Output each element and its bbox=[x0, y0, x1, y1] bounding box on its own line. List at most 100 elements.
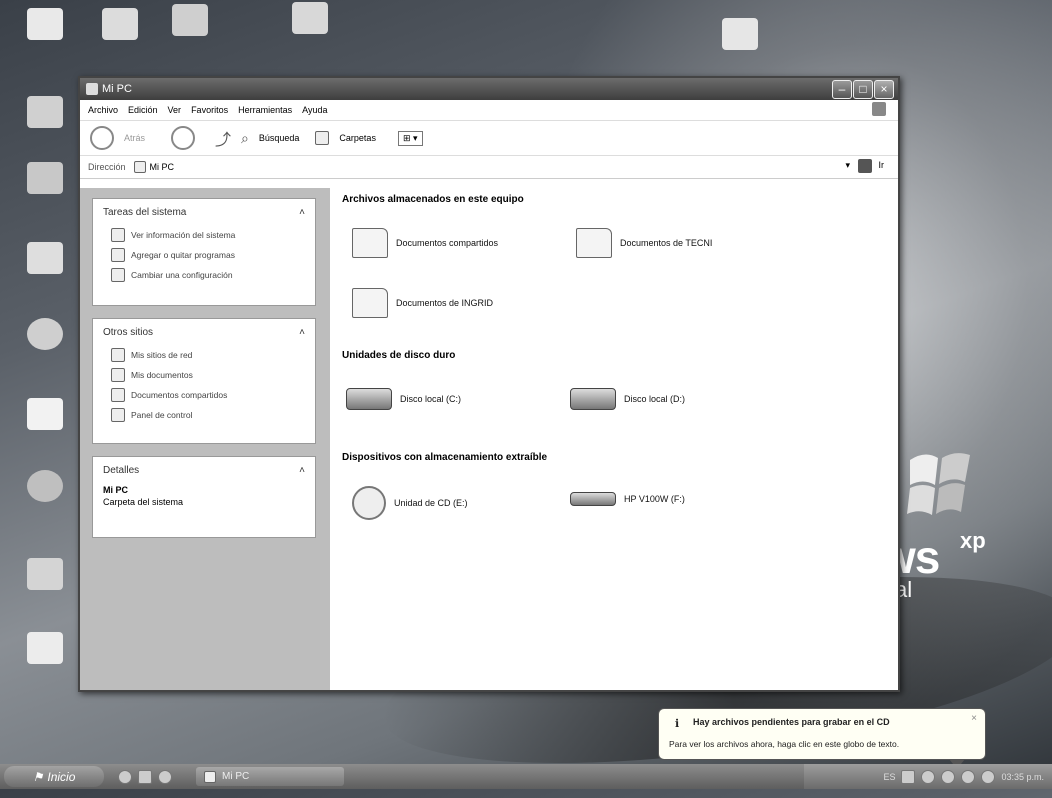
start-label: Inicio bbox=[47, 769, 76, 784]
section-removable-storage: Dispositivos con almacenamiento extraíbl… bbox=[342, 452, 548, 463]
antivirus-icon[interactable] bbox=[961, 769, 976, 784]
forward-arrow-icon[interactable] bbox=[171, 126, 196, 150]
internet-explorer-icon bbox=[27, 318, 63, 350]
close-button[interactable]: × bbox=[874, 80, 894, 99]
back-arrow-icon[interactable] bbox=[90, 126, 114, 150]
address-dropdown-icon[interactable]: ▾ bbox=[845, 160, 850, 171]
desktop-icon-media-player[interactable] bbox=[5, 470, 85, 504]
maximize-button[interactable]: □ bbox=[853, 80, 873, 99]
title-bar[interactable]: Mi PC – □ × bbox=[80, 78, 898, 100]
document-icon bbox=[292, 2, 328, 34]
media-player-icon[interactable] bbox=[158, 769, 172, 784]
cd-burn-notification-balloon[interactable]: ℹ Hay archivos pendientes para grabar en… bbox=[658, 708, 986, 769]
usb-drive-icon bbox=[570, 492, 616, 506]
up-folder-icon[interactable]: ⤴ bbox=[215, 126, 231, 150]
address-label: Dirección bbox=[88, 162, 126, 172]
place-my-documents[interactable]: Mis documentos bbox=[93, 365, 315, 385]
panel-header[interactable]: Tareas del sistema ˄ bbox=[93, 199, 315, 225]
system-tray: ES 03:35 p.m. bbox=[804, 764, 1052, 789]
taskbar-button-label: Mi PC bbox=[222, 771, 250, 782]
drive-local-d[interactable]: Disco local (D:) bbox=[570, 388, 685, 410]
menu-bar: Archivo Edición Ver Favoritos Herramient… bbox=[80, 100, 898, 121]
desktop-icon-my-documents[interactable] bbox=[5, 8, 85, 42]
menu-ver[interactable]: Ver bbox=[168, 105, 182, 115]
menu-herramientas[interactable]: Herramientas bbox=[238, 105, 292, 115]
printer-icon[interactable] bbox=[901, 769, 916, 784]
panel-header[interactable]: Otros sitios ˄ bbox=[93, 319, 315, 345]
desktop-icon-recycle-bin[interactable] bbox=[5, 242, 85, 276]
desktop-icon-adobe-reader[interactable] bbox=[5, 398, 85, 432]
toolbar: Atrás ⤴ ⌕ Búsqueda Carpetas ⊞ ▾ bbox=[80, 121, 898, 156]
drive-local-c[interactable]: Disco local (C:) bbox=[346, 388, 461, 410]
place-label: Documentos compartidos bbox=[131, 390, 228, 400]
collapse-icon[interactable]: ˄ bbox=[299, 207, 305, 218]
clock[interactable]: 03:35 p.m. bbox=[1001, 772, 1044, 782]
task-add-remove-programs[interactable]: Agregar o quitar programas bbox=[93, 245, 315, 265]
menu-ayuda[interactable]: Ayuda bbox=[302, 105, 327, 115]
go-arrow-icon[interactable] bbox=[858, 159, 872, 173]
task-change-setting[interactable]: Cambiar una configuración bbox=[93, 265, 315, 285]
folders-button[interactable]: Carpetas bbox=[339, 133, 376, 143]
desktop-icon-my-computer[interactable] bbox=[5, 96, 85, 130]
desktop-icon-new-folder[interactable] bbox=[5, 632, 85, 666]
menu-edicion[interactable]: Edición bbox=[128, 105, 158, 115]
place-shared-documents[interactable]: Documentos compartidos bbox=[93, 385, 315, 405]
folder-documents-tecni[interactable]: Documentos de TECNI bbox=[576, 228, 712, 258]
desktop-icon-folder[interactable] bbox=[80, 8, 160, 42]
system-tasks-title: Tareas del sistema bbox=[103, 206, 187, 218]
balloon-close-button[interactable]: × bbox=[971, 713, 977, 724]
search-button[interactable]: Búsqueda bbox=[259, 133, 300, 143]
balloon-title: Hay archivos pendientes para grabar en e… bbox=[693, 717, 890, 727]
item-label: Unidad de CD (E:) bbox=[394, 498, 468, 508]
folder-shared-documents[interactable]: Documentos compartidos bbox=[352, 228, 498, 258]
place-label: Panel de control bbox=[131, 410, 193, 420]
menu-favoritos[interactable]: Favoritos bbox=[191, 105, 228, 115]
minimize-button[interactable]: – bbox=[832, 80, 852, 99]
other-places-title: Otros sitios bbox=[103, 326, 154, 338]
menu-archivo[interactable]: Archivo bbox=[88, 105, 118, 115]
hard-drive-icon bbox=[346, 388, 392, 410]
network-icon[interactable] bbox=[941, 769, 956, 784]
show-desktop-icon[interactable] bbox=[138, 769, 152, 784]
section-stored-files: Archivos almacenados en este equipo bbox=[342, 194, 524, 205]
item-label: Documentos de TECNI bbox=[620, 238, 713, 248]
desktop-icon-network[interactable] bbox=[5, 162, 85, 196]
desktop-icon-app[interactable] bbox=[150, 4, 230, 38]
panel-header[interactable]: Detalles ˄ bbox=[93, 457, 315, 483]
collapse-icon[interactable]: ˄ bbox=[299, 465, 305, 476]
drive-usb-f[interactable]: HP V100W (F:) bbox=[570, 492, 685, 506]
collapse-icon[interactable]: ˄ bbox=[299, 327, 305, 338]
desktop-icon-messenger[interactable] bbox=[5, 558, 85, 592]
control-panel-icon bbox=[111, 408, 125, 422]
folder-icon bbox=[576, 228, 612, 258]
drive-cd-e[interactable]: Unidad de CD (E:) bbox=[352, 486, 468, 520]
start-button[interactable]: ⚑ Inicio bbox=[4, 766, 104, 787]
cd-burn-icon[interactable] bbox=[921, 769, 936, 784]
folder-icon bbox=[102, 8, 138, 40]
place-network[interactable]: Mis sitios de red bbox=[93, 345, 315, 365]
window-title: Mi PC bbox=[102, 83, 132, 95]
computer-icon bbox=[133, 161, 146, 173]
back-button-label[interactable]: Atrás bbox=[124, 133, 145, 143]
language-indicator[interactable]: ES bbox=[883, 772, 895, 782]
folders-icon bbox=[315, 131, 330, 145]
network-icon bbox=[111, 348, 125, 362]
desktop-icon-document[interactable] bbox=[270, 2, 350, 36]
place-control-panel[interactable]: Panel de control bbox=[93, 405, 315, 425]
windows-brand-xp: xp bbox=[960, 528, 986, 553]
taskbar-button-mi-pc[interactable]: Mi PC bbox=[196, 767, 344, 786]
desktop-icon-folder-right[interactable] bbox=[700, 18, 780, 52]
address-input[interactable]: Mi PC bbox=[150, 162, 175, 172]
go-button[interactable]: Ir bbox=[879, 160, 885, 170]
network-icon bbox=[27, 162, 63, 194]
task-view-system-info[interactable]: Ver información del sistema bbox=[93, 225, 315, 245]
main-content: Archivos almacenados en este equipo Docu… bbox=[330, 188, 898, 690]
volume-icon[interactable] bbox=[981, 769, 996, 784]
views-button[interactable]: ⊞ ▾ bbox=[397, 130, 423, 146]
folder-icon bbox=[111, 368, 125, 382]
internet-explorer-icon[interactable] bbox=[118, 769, 132, 784]
details-panel: Detalles ˄ Mi PC Carpeta del sistema bbox=[92, 456, 316, 538]
cd-drive-icon bbox=[352, 486, 386, 520]
desktop-icon-internet-explorer[interactable] bbox=[5, 318, 85, 352]
folder-documents-ingrid[interactable]: Documentos de INGRID bbox=[352, 288, 493, 318]
